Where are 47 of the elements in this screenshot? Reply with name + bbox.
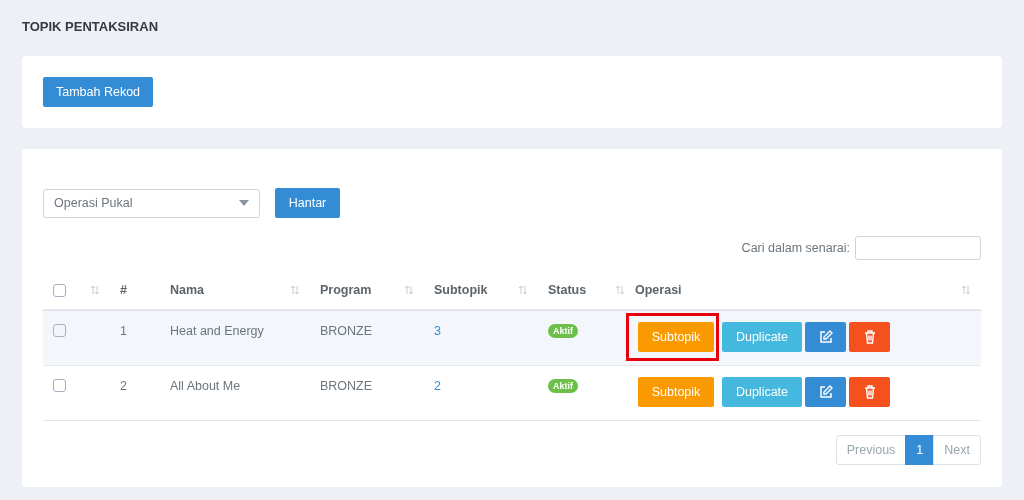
table-cell: 2 (120, 379, 127, 393)
table-cell: All About Me (170, 379, 241, 393)
subtopic-button[interactable]: Subtopik (638, 377, 714, 407)
sort-icon (615, 285, 625, 295)
sort-icon (90, 285, 100, 295)
delete-button[interactable] (849, 377, 890, 407)
column-header[interactable]: Status (548, 283, 587, 297)
pagination-button[interactable]: Next (933, 435, 981, 465)
column-header[interactable]: Program (320, 283, 372, 297)
column-header[interactable]: Subtopik (434, 283, 488, 297)
edit-button[interactable] (805, 322, 846, 352)
subtopic-button[interactable]: Subtopik (638, 322, 714, 352)
column-header[interactable]: Nama (170, 283, 205, 297)
subtopic-count-link[interactable]: 2 (434, 379, 441, 393)
table-cell: 1 (120, 324, 127, 338)
page-title: TOPIK PENTAKSIRAN (22, 19, 160, 36)
checkbox[interactable] (53, 379, 66, 392)
table-cell: BRONZE (320, 379, 373, 393)
sort-icon (404, 285, 414, 295)
checkbox[interactable] (53, 283, 66, 297)
table-cell: BRONZE (320, 324, 373, 338)
status-badge: Aktif (548, 379, 578, 393)
subtopic-count-link[interactable]: 3 (434, 324, 441, 338)
bulk-action-dropdown[interactable]: Operasi Pukal (43, 188, 260, 218)
submit-button[interactable]: Hantar (275, 188, 340, 218)
status-badge: Aktif (548, 324, 578, 338)
search-label: Cari dalam senarai: (741, 241, 850, 255)
add-record-button[interactable]: Tambah Rekod (43, 77, 154, 107)
table-cell: Heat and Energy (170, 324, 264, 338)
sort-icon (961, 285, 971, 295)
delete-button[interactable] (849, 322, 890, 352)
duplicate-button[interactable]: Duplicate (722, 322, 802, 352)
pagination-button[interactable]: 1 (905, 435, 935, 465)
sort-icon (518, 285, 528, 295)
column-header[interactable]: Operasi (635, 283, 682, 297)
search-field[interactable] (855, 236, 981, 260)
caret-icon (239, 200, 249, 206)
duplicate-button[interactable]: Duplicate (722, 377, 802, 407)
column-header[interactable]: # (120, 283, 127, 297)
sort-icon (290, 285, 300, 295)
checkbox[interactable] (53, 324, 66, 337)
trash-icon (863, 385, 876, 399)
edit-button[interactable] (805, 377, 846, 407)
edit-icon (818, 330, 833, 344)
edit-icon (818, 385, 833, 399)
pagination-button[interactable]: Previous (835, 435, 907, 465)
trash-icon (863, 330, 876, 344)
